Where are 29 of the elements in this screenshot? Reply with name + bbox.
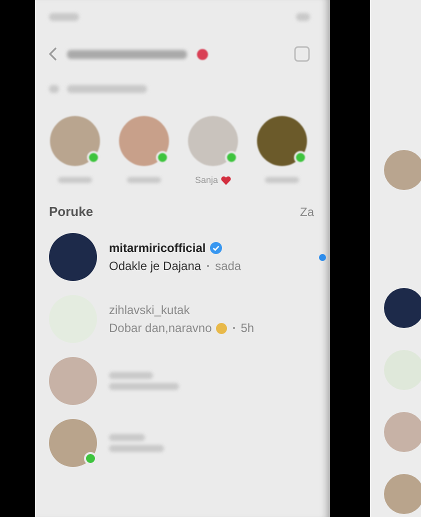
avatar-photo xyxy=(49,357,97,405)
section-link[interactable]: Za xyxy=(300,204,314,218)
blurred-text xyxy=(109,445,164,452)
message-preview: Dobar dan,naravno xyxy=(109,321,212,335)
story-name: Sanja xyxy=(194,175,218,185)
blurred-text xyxy=(109,383,179,390)
section-title: Poruke xyxy=(49,204,94,219)
blurred-text xyxy=(49,13,79,21)
avatar-photo[interactable] xyxy=(257,116,307,166)
avatar-photo xyxy=(384,150,421,190)
emoji-icon xyxy=(216,322,227,334)
username: zihlavski_kutak xyxy=(109,303,190,317)
message-time: sada xyxy=(215,259,242,273)
avatar-photo xyxy=(49,233,97,281)
blurred-icon xyxy=(49,85,59,93)
blurred-text xyxy=(127,177,161,183)
message-preview: Odakle je Dajana xyxy=(109,259,202,273)
avatar-photo xyxy=(384,474,421,514)
blurred-text xyxy=(109,434,145,441)
back-icon[interactable] xyxy=(49,47,57,61)
username: mitarmiricofficial xyxy=(109,241,206,255)
blurred-text xyxy=(265,177,299,183)
avatar-photo xyxy=(384,412,421,452)
blurred-text xyxy=(58,177,92,183)
blurred-icon xyxy=(296,13,310,21)
notification-icon xyxy=(197,48,208,60)
avatar-photo xyxy=(384,288,421,328)
blurred-text xyxy=(109,372,153,379)
message-time: 5h xyxy=(240,321,254,335)
